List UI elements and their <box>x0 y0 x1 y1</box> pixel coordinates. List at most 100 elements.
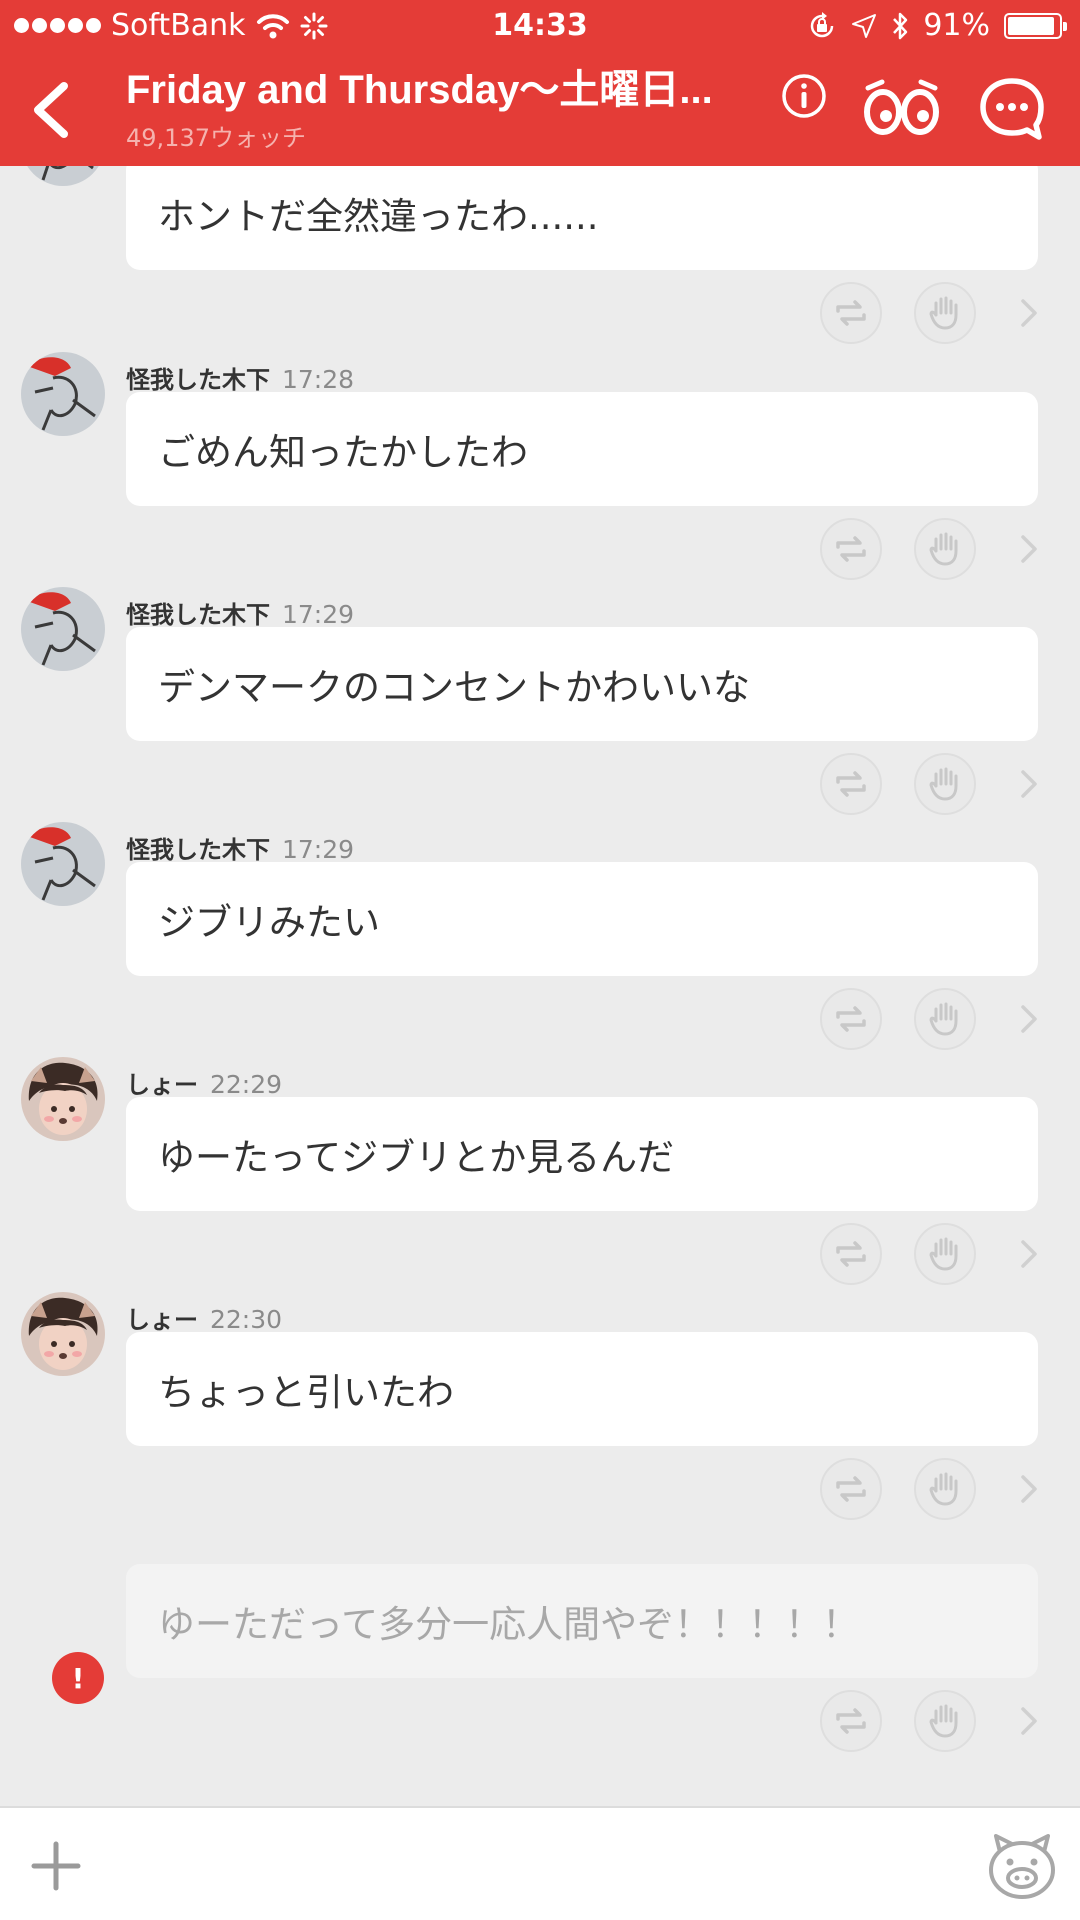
app-header: SoftBank 14:33 91% Friday and Thursday〜土… <box>0 0 1080 166</box>
raise-hand-button[interactable] <box>914 282 976 344</box>
nav-bar: Friday and Thursday〜土曜日... 49,137ウォッチ <box>0 54 1080 166</box>
raise-hand-button[interactable] <box>914 988 976 1050</box>
pig-stamp-icon[interactable] <box>986 1832 1058 1900</box>
hand-icon <box>929 767 958 801</box>
repost-button[interactable] <box>820 1690 882 1752</box>
avatar-sho-image <box>21 1292 105 1376</box>
location-arrow-icon <box>852 13 877 38</box>
repost-icon <box>836 536 866 562</box>
hand-icon <box>929 1472 958 1506</box>
message-time: 17:28 <box>282 365 355 394</box>
repost-button[interactable] <box>820 1458 882 1520</box>
avatar[interactable] <box>21 587 105 671</box>
avatar[interactable] <box>21 1292 105 1376</box>
back-chevron-icon[interactable] <box>22 78 82 142</box>
chevron-right-icon[interactable] <box>1012 1472 1046 1506</box>
hand-icon <box>929 1704 958 1738</box>
message-text: ホントだ全然違ったわ...... <box>158 195 599 238</box>
chevron-right-icon[interactable] <box>1012 296 1046 330</box>
repost-icon <box>836 771 866 797</box>
message-time: 17:29 <box>282 835 355 864</box>
chat-bubble-icon[interactable] <box>978 76 1046 142</box>
repost-icon <box>836 300 866 326</box>
hand-icon <box>929 1002 958 1036</box>
avatar[interactable] <box>21 352 105 436</box>
message-actions <box>0 988 1080 1050</box>
chevron-right-icon[interactable] <box>1012 1237 1046 1271</box>
raise-hand-button[interactable] <box>914 1458 976 1520</box>
avatar[interactable] <box>21 1057 105 1141</box>
repost-button[interactable] <box>820 518 882 580</box>
raise-hand-button[interactable] <box>914 1690 976 1752</box>
sender-name[interactable]: 怪我した木下 <box>126 601 270 629</box>
chevron-right-icon[interactable] <box>1012 1002 1046 1036</box>
status-bar: SoftBank 14:33 91% <box>0 0 1080 54</box>
message-time: 22:29 <box>210 1070 283 1099</box>
repost-button[interactable] <box>820 753 882 815</box>
sender-name[interactable]: 怪我した木下 <box>126 366 270 394</box>
sender-line: 怪我した木下 17:28 <box>126 360 354 395</box>
plus-icon[interactable] <box>30 1840 82 1892</box>
message-bubble[interactable]: ゆーたってジブリとか見るんだ <box>126 1097 1038 1211</box>
hand-icon <box>929 532 958 566</box>
hand-icon <box>929 1237 958 1271</box>
raise-hand-button[interactable] <box>914 1223 976 1285</box>
info-icon[interactable] <box>780 72 828 120</box>
orientation-lock-icon <box>811 11 834 37</box>
message-time: 17:29 <box>282 600 355 629</box>
message-bubble[interactable]: ジブリみたい <box>126 862 1038 976</box>
chevron-right-icon[interactable] <box>1012 1704 1046 1738</box>
watch-eyes-icon[interactable] <box>862 78 942 138</box>
message-time: 22:30 <box>210 1305 283 1334</box>
avatar-kinoshita-image <box>21 822 105 906</box>
message-bubble[interactable]: ごめん知ったかしたわ <box>126 392 1038 506</box>
repost-icon <box>836 1006 866 1032</box>
sender-name[interactable]: しょー <box>126 1306 198 1334</box>
status-right-group: 91% <box>807 8 1067 43</box>
sender-name[interactable]: 怪我した木下 <box>126 836 270 864</box>
message-actions <box>0 1690 1080 1752</box>
repost-button[interactable] <box>820 1223 882 1285</box>
chevron-right-icon[interactable] <box>1012 532 1046 566</box>
message-actions <box>0 753 1080 815</box>
sender-line: 怪我した木下 17:29 <box>126 830 354 865</box>
message-actions <box>0 518 1080 580</box>
message-actions <box>0 1458 1080 1520</box>
repost-button[interactable] <box>820 988 882 1050</box>
message-list[interactable]: ホントだ全然違ったわ...... 怪我した木下 17:28 ごめん知ったかしたわ… <box>0 166 1080 1806</box>
message-actions <box>0 1223 1080 1285</box>
page-title[interactable]: Friday and Thursday〜土曜日... <box>126 66 746 114</box>
repost-button[interactable] <box>820 282 882 344</box>
avatar-sho-image <box>21 1057 105 1141</box>
bottom-input-bar <box>0 1806 1080 1920</box>
message-actions <box>0 282 1080 344</box>
watch-count: 49,137ウォッチ <box>126 124 306 152</box>
message-text: ちょっと引いたわ <box>158 1371 454 1414</box>
message-bubble[interactable]: ちょっと引いたわ <box>126 1332 1038 1446</box>
repost-icon <box>836 1476 866 1502</box>
message-bubble[interactable]: デンマークのコンセントかわいいな <box>126 627 1038 741</box>
message-bubble[interactable]: ホントだ全然違ったわ...... <box>126 166 1038 270</box>
avatar[interactable] <box>21 822 105 906</box>
bluetooth-icon <box>893 12 908 39</box>
message-text: ゆーただって多分一応人間やぞ！！！！！ <box>158 1603 860 1646</box>
battery-percent: 91% <box>923 8 990 43</box>
sender-line: 怪我した木下 17:29 <box>126 595 354 630</box>
chevron-right-icon[interactable] <box>1012 767 1046 801</box>
sender-line: しょー 22:30 <box>126 1300 282 1335</box>
raise-hand-button[interactable] <box>914 518 976 580</box>
avatar-kinoshita-image <box>21 166 105 186</box>
battery-icon <box>1004 12 1067 39</box>
message-text: ゆーたってジブリとか見るんだ <box>158 1136 675 1179</box>
pending-message-bubble[interactable]: ゆーただって多分一応人間やぞ！！！！！ <box>126 1564 1038 1678</box>
sender-name[interactable]: しょー <box>126 1071 198 1099</box>
avatar[interactable] <box>21 166 105 186</box>
repost-icon <box>836 1708 866 1734</box>
sender-line: しょー 22:29 <box>126 1065 282 1100</box>
repost-icon <box>836 1241 866 1267</box>
message-text: ごめん知ったかしたわ <box>158 431 528 474</box>
hand-icon <box>929 296 958 330</box>
message-text: デンマークのコンセントかわいいな <box>158 666 750 709</box>
avatar-kinoshita-image <box>21 587 105 671</box>
raise-hand-button[interactable] <box>914 753 976 815</box>
